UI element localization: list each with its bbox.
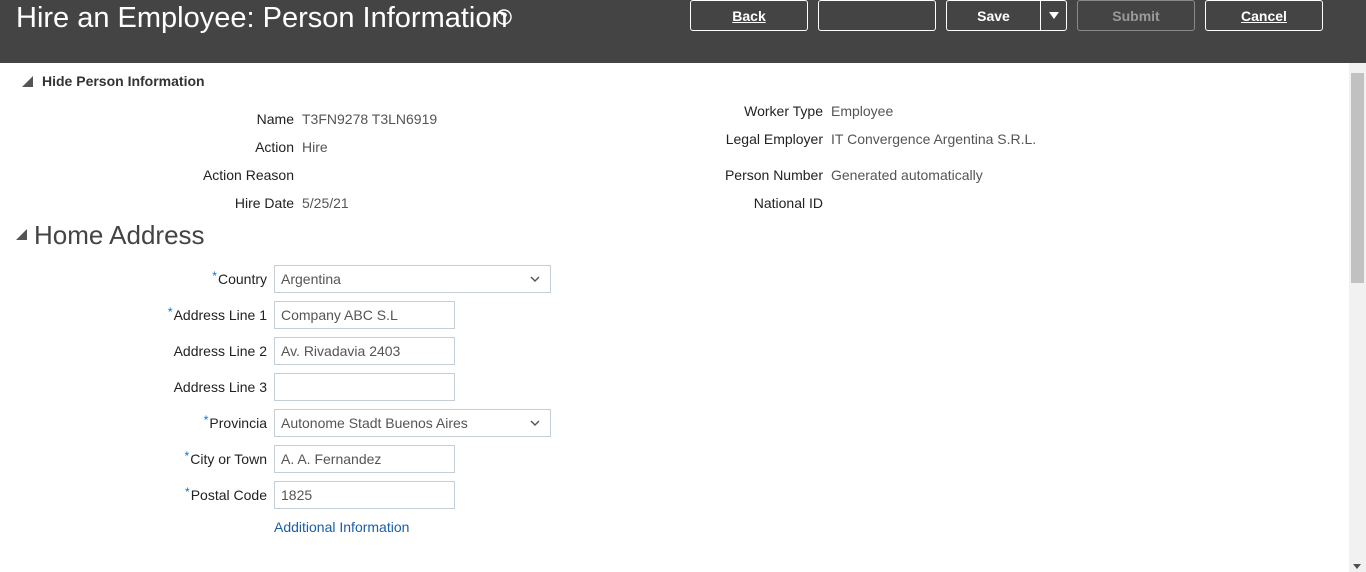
save-dropdown-button[interactable] — [1040, 0, 1067, 31]
provincia-select-value: Autonome Stadt Buenos Aires — [281, 415, 468, 431]
address-line1-input[interactable]: Company ABC S.L — [274, 301, 455, 329]
required-marker: * — [184, 449, 190, 463]
hire-date-label: Hire Date — [234, 195, 294, 211]
cancel-button-label: Cancel — [1241, 7, 1287, 24]
provincia-label-text: Provincia — [209, 415, 267, 431]
address-line1-label: *Address Line 1 — [167, 305, 267, 323]
vertical-scrollbar[interactable] — [1349, 63, 1366, 572]
blank-button[interactable] — [818, 0, 936, 31]
caret-down-icon — [1048, 12, 1059, 19]
address-line3-input[interactable] — [274, 373, 455, 401]
save-button-group: Save — [946, 0, 1067, 31]
legal-employer-value: IT Convergence Argentina S.R.L. — [831, 131, 1037, 147]
person-number-label: Person Number — [724, 167, 823, 183]
address-line3-label: Address Line 3 — [173, 379, 267, 395]
country-label: *Country — [212, 269, 267, 287]
legal-employer-label: Legal Employer — [725, 131, 823, 147]
action-value: Hire — [302, 139, 328, 155]
required-marker: * — [167, 305, 173, 319]
required-marker: * — [212, 269, 217, 283]
submit-button-label: Submit — [1112, 7, 1160, 24]
chevron-down-icon — [530, 276, 540, 282]
hire-date-value: 5/25/21 — [302, 195, 349, 211]
help-icon[interactable] — [496, 9, 512, 25]
postal-code-label: *Postal Code — [185, 485, 267, 503]
page-header: Hire an Employee: Person Information Bac… — [0, 0, 1366, 63]
country-select[interactable]: Argentina — [274, 265, 551, 293]
address-line2-label: Address Line 2 — [173, 343, 267, 359]
name-value: T3FN9278 T3LN6919 — [302, 111, 438, 127]
country-select-value: Argentina — [281, 271, 341, 287]
action-reason-label: Action Reason — [202, 167, 294, 183]
collapse-triangle-icon[interactable] — [16, 229, 27, 240]
submit-button[interactable]: Submit — [1077, 0, 1195, 31]
page-title: Hire an Employee: Person Information — [16, 2, 508, 34]
address-line1-label-text: Address Line 1 — [173, 307, 267, 323]
postal-code-label-text: Postal Code — [190, 487, 267, 503]
worker-type-value: Employee — [831, 103, 894, 119]
collapse-triangle-icon[interactable] — [22, 76, 33, 87]
save-button-label: Save — [977, 7, 1010, 24]
city-label: *City or Town — [184, 449, 267, 467]
country-label-text: Country — [217, 271, 267, 287]
back-button[interactable]: Back — [690, 0, 808, 31]
provincia-select[interactable]: Autonome Stadt Buenos Aires — [274, 409, 551, 437]
required-marker: * — [203, 413, 209, 427]
required-marker: * — [185, 485, 190, 499]
address-line2-input[interactable]: Av. Rivadavia 2403 — [274, 337, 455, 365]
city-label-text: City or Town — [190, 451, 267, 467]
back-button-label: Back — [732, 7, 766, 24]
name-label: Name — [256, 111, 294, 127]
city-input[interactable]: A. A. Fernandez — [274, 445, 455, 473]
additional-information-link[interactable]: Additional Information — [274, 519, 409, 535]
action-label: Action — [255, 139, 294, 155]
chevron-down-icon — [530, 420, 540, 426]
national-id-label: National ID — [753, 195, 823, 211]
worker-type-label: Worker Type — [744, 103, 823, 119]
home-address-heading: Home Address — [34, 220, 205, 250]
person-number-value: Generated automatically — [831, 167, 983, 183]
hide-person-information-toggle[interactable]: Hide Person Information — [42, 73, 205, 89]
save-button[interactable]: Save — [946, 0, 1040, 31]
provincia-label: *Provincia — [203, 413, 267, 431]
scroll-down-arrow-icon[interactable] — [1353, 564, 1361, 569]
postal-code-input[interactable]: 1825 — [274, 481, 455, 509]
cancel-button[interactable]: Cancel — [1205, 0, 1323, 31]
scrollbar-thumb[interactable] — [1351, 73, 1364, 283]
